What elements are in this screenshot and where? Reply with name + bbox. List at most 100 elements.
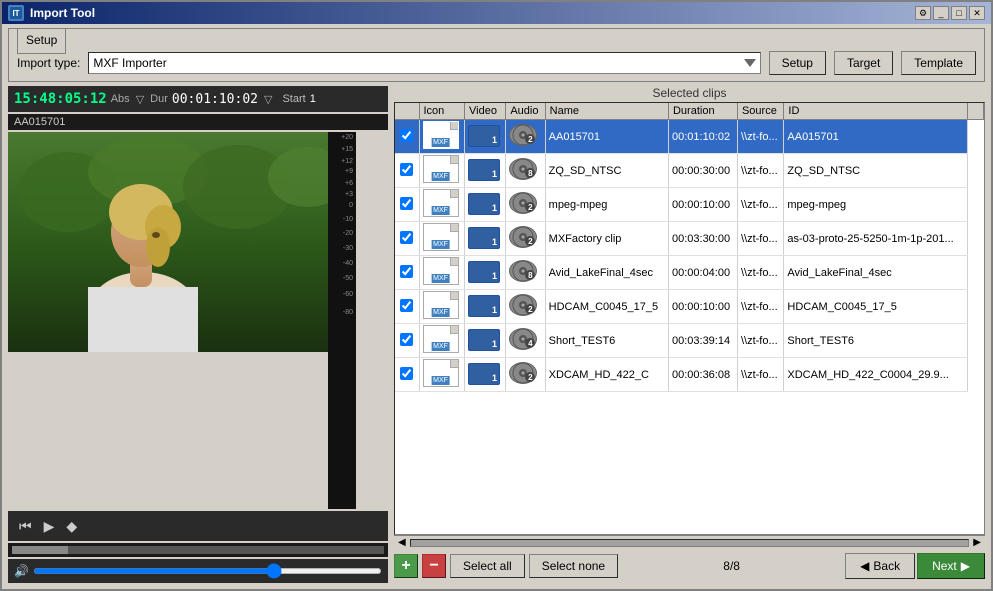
col-source[interactable]: Source	[737, 103, 783, 120]
scroll-left-btn[interactable]: ◀	[398, 537, 406, 548]
mxf-label: MXF	[431, 206, 450, 215]
row-checkbox[interactable]	[400, 367, 413, 380]
col-name[interactable]: Name	[545, 103, 668, 120]
duration-cell: 00:00:30:00	[668, 154, 737, 188]
audio-cell: 2	[506, 120, 545, 154]
duration-arrow: ▽	[136, 93, 144, 106]
icon-cell: MXF	[419, 120, 465, 154]
id-cell: XDCAM_HD_422_C0004_29.9...	[784, 358, 968, 392]
timeline-bar[interactable]	[8, 543, 388, 557]
row-checkbox[interactable]	[400, 197, 413, 210]
table-row[interactable]: MXF 1 2 MXFactory clip00:03:30:00\\zt-fo…	[395, 222, 984, 256]
id-cell: ZQ_SD_NTSC	[784, 154, 968, 188]
icon-cell: MXF	[419, 256, 465, 290]
import-type-select[interactable]: MXF Importer	[88, 52, 760, 74]
row-checkbox[interactable]	[400, 129, 413, 142]
minimize-btn[interactable]: _	[933, 6, 949, 20]
mxf-label: MXF	[431, 172, 450, 181]
audio-cell: 8	[506, 256, 545, 290]
audio-thumbnail: 2	[509, 362, 537, 384]
table-row[interactable]: MXF 1 2 HDCAM_C0045_17_500:00:10:00\\zt-…	[395, 290, 984, 324]
mxf-icon: MXF	[423, 325, 459, 353]
row-checkbox[interactable]	[400, 333, 413, 346]
col-video[interactable]: Video	[465, 103, 506, 120]
remove-clip-btn[interactable]: −	[422, 554, 446, 578]
table-row[interactable]: MXF 1 8 Avid_LakeFinal_4sec00:00:04:00\\…	[395, 256, 984, 290]
mxf-icon: MXF	[423, 257, 459, 285]
icon-cell: MXF	[419, 222, 465, 256]
mxf-icon: MXF	[423, 291, 459, 319]
audio-thumbnail: 8	[509, 260, 537, 282]
name-cell: MXFactory clip	[545, 222, 668, 256]
col-audio[interactable]: Audio	[506, 103, 545, 120]
volume-slider[interactable]	[33, 568, 382, 574]
table-row[interactable]: MXF 1 2 AA01570100:01:10:02\\zt-fo...AA0…	[395, 120, 984, 154]
duration-cell: 00:00:04:00	[668, 256, 737, 290]
video-area: +20 +15 +12 +9 +6 +3 0	[8, 132, 388, 509]
svg-text:IT: IT	[12, 9, 19, 18]
play-btn[interactable]: ▶	[41, 518, 58, 535]
icon-cell: MXF	[419, 324, 465, 358]
table-row[interactable]: MXF 1 2 XDCAM_HD_422_C00:00:36:08\\zt-fo…	[395, 358, 984, 392]
next-btn[interactable]: Next ▶	[917, 553, 985, 579]
add-clip-btn[interactable]: +	[394, 554, 418, 578]
setup-button[interactable]: Setup	[769, 51, 826, 75]
id-cell: Short_TEST6	[784, 324, 968, 358]
audio-thumbnail: 2	[509, 192, 537, 214]
video-track-num: 1	[492, 237, 497, 247]
table-row[interactable]: MXF 1 8 ZQ_SD_NTSC00:00:30:00\\zt-fo...Z…	[395, 154, 984, 188]
template-button[interactable]: Template	[901, 51, 976, 75]
app-icon: IT	[8, 5, 24, 21]
scroll-track[interactable]	[410, 539, 970, 547]
video-cell: 1	[465, 358, 506, 392]
target-button[interactable]: Target	[834, 51, 893, 75]
row-checkbox[interactable]	[400, 299, 413, 312]
clips-table-container[interactable]: Icon Video Audio Name Duration Source ID	[394, 102, 985, 535]
timecode-mode: Abs	[111, 93, 130, 105]
source-cell: \\zt-fo...	[737, 290, 783, 324]
name-cell: ZQ_SD_NTSC	[545, 154, 668, 188]
video-cell: 1	[465, 290, 506, 324]
id-cell: HDCAM_C0045_17_5	[784, 290, 968, 324]
select-all-btn[interactable]: Select all	[450, 554, 525, 578]
timecode-display: 15:48:05:12	[14, 91, 107, 107]
back-arrow-icon: ◀	[860, 559, 869, 573]
count-display: 8/8	[723, 559, 740, 573]
col-duration[interactable]: Duration	[668, 103, 737, 120]
audio-cell: 2	[506, 188, 545, 222]
audio-thumbnail: 8	[509, 158, 537, 180]
settings-window-btn[interactable]: ⚙	[915, 6, 931, 20]
close-btn[interactable]: ✕	[969, 6, 985, 20]
video-thumbnail: 1	[468, 227, 500, 249]
next-arrow-icon: ▶	[961, 559, 970, 573]
volume-icon: 🔊	[14, 564, 29, 578]
h-scrollbar[interactable]: ◀ ▶	[394, 535, 985, 549]
left-panel: 15:48:05:12 Abs ▽ Dur 00:01:10:02 ▽ Star…	[8, 86, 388, 583]
mxf-label: MXF	[431, 240, 450, 249]
skip-back-btn[interactable]: ⏮	[16, 518, 35, 535]
table-row[interactable]: MXF 1 4 Short_TEST600:03:39:14\\zt-fo...…	[395, 324, 984, 358]
col-id[interactable]: ID	[784, 103, 968, 120]
row-checkbox[interactable]	[400, 231, 413, 244]
duration-cell: 00:00:36:08	[668, 358, 737, 392]
clip-id-bar: AA015701	[8, 114, 388, 130]
start-value: 1	[310, 93, 316, 105]
scroll-right-btn[interactable]: ▶	[973, 537, 981, 548]
col-icon[interactable]: Icon	[419, 103, 465, 120]
row-checkbox[interactable]	[400, 265, 413, 278]
table-row[interactable]: MXF 1 2 mpeg-mpeg00:00:10:00\\zt-fo...mp…	[395, 188, 984, 222]
video-track-num: 1	[492, 169, 497, 179]
select-none-btn[interactable]: Select none	[529, 554, 618, 578]
video-track-num: 1	[492, 203, 497, 213]
timeline-track[interactable]	[12, 546, 384, 554]
setup-group: Setup Import type: MXF Importer Setup Ta…	[8, 28, 985, 82]
icon-cell: MXF	[419, 290, 465, 324]
marker-btn[interactable]: ◆	[63, 518, 80, 535]
back-btn[interactable]: ◀ Back	[845, 553, 915, 579]
maximize-btn[interactable]: □	[951, 6, 967, 20]
table-header-row: Icon Video Audio Name Duration Source ID	[395, 103, 984, 120]
row-checkbox[interactable]	[400, 163, 413, 176]
video-thumbnail: 1	[468, 125, 500, 147]
level-meter: +20 +15 +12 +9 +6 +3 0	[328, 132, 356, 509]
audio-cell: 4	[506, 324, 545, 358]
